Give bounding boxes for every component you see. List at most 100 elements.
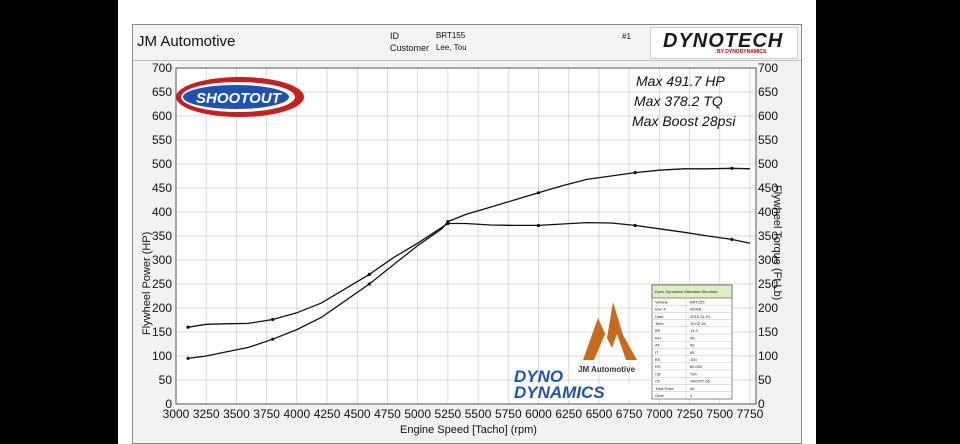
y2-tick-label: 200 xyxy=(758,301,778,315)
table-cell-key: RH xyxy=(655,335,661,340)
y2-tick-label: 650 xyxy=(758,85,778,99)
series-point xyxy=(186,325,190,329)
x-tick-label: 3000 xyxy=(163,407,190,421)
annotation-max-tq: Max 378.2 TQ xyxy=(634,93,723,109)
shop-name: JM Automotive xyxy=(137,33,236,50)
x-tick-label: 5250 xyxy=(435,407,462,421)
series-point xyxy=(730,166,734,170)
x-tick-label: 6500 xyxy=(586,407,613,421)
dyno-chart: 0501001502002503003504004505005506006507… xyxy=(141,61,783,436)
table-cell-key: Total Pass xyxy=(655,386,673,391)
table-cell-value: 45 xyxy=(690,335,695,340)
x-tick-label: 4750 xyxy=(374,407,401,421)
series-point xyxy=(633,171,637,175)
x-tick-label: 5500 xyxy=(465,407,492,421)
y2-tick-label: 150 xyxy=(758,325,778,339)
y-tick-label: 200 xyxy=(152,301,172,315)
dyno-dynamics-line2: DYNAMICS xyxy=(514,383,605,402)
table-cell-key: RS xyxy=(655,364,661,369)
customer-label: Customer xyxy=(390,43,430,53)
x-tick-label: 5750 xyxy=(495,407,522,421)
x-axis: 3000 3250 3500 3750 4000 4250 4500 4750 5000 5250… xyxy=(163,407,764,421)
series-point xyxy=(730,237,734,241)
table-cell-value: 80.000 xyxy=(690,364,703,369)
x-tick-label: 3750 xyxy=(253,407,280,421)
x-tick-label: 6250 xyxy=(555,407,582,421)
y-tick-label: 150 xyxy=(152,325,172,339)
series-point xyxy=(367,272,371,276)
table-cell-key: AT xyxy=(655,343,660,348)
table-cell-key: Run # xyxy=(655,307,666,312)
table-cell-value: 46 xyxy=(690,386,695,391)
annotation-max-hp: Max 491.7 HP xyxy=(636,73,725,89)
run-number: #1 xyxy=(622,32,631,41)
summary-table-title: Dyno Dynamics Standard Shootout xyxy=(655,289,718,294)
x-axis-label: Engine Speed [Tacho] (rpm) xyxy=(400,424,537,436)
y-tick-label: 500 xyxy=(152,157,172,171)
summary-table: Dyno Dynamics Standard Shootout Vehicle B… xyxy=(651,284,733,400)
y-tick-label: 550 xyxy=(152,133,172,147)
table-cell-key: Date xyxy=(655,314,664,319)
series-point xyxy=(367,282,371,286)
table-cell-value: 10:02:16 xyxy=(690,321,706,326)
table-cell-key: Time xyxy=(655,321,665,326)
table-cell-value: 734 xyxy=(690,371,697,376)
report-header: JM Automotive ID BRT155 Customer Lee, To… xyxy=(133,25,801,61)
shootout-logo: SHOOTOUT xyxy=(176,77,304,117)
customer-value: Lee, Tou xyxy=(436,43,467,52)
id-label: ID xyxy=(390,31,399,41)
x-tick-label: 3500 xyxy=(223,407,250,421)
y-tick-label: 350 xyxy=(152,229,172,243)
table-cell-value: 00008 xyxy=(690,307,702,312)
y-tick-label: 700 xyxy=(152,61,172,75)
series-point xyxy=(446,221,450,226)
series-point xyxy=(633,223,637,228)
table-cell-key: CF xyxy=(655,379,661,384)
series-point xyxy=(271,337,275,341)
y-tick-label: 300 xyxy=(152,253,172,267)
x-tick-label: 5000 xyxy=(404,407,431,421)
y-axis-label: Flywheel Power (HP) xyxy=(141,232,153,335)
x-tick-label: 6750 xyxy=(616,407,643,421)
y-tick-label: 100 xyxy=(152,349,172,363)
table-cell-key: BS xyxy=(655,357,661,362)
jm-logo-text: JM Automotive xyxy=(578,365,636,374)
y2-tick-label: 500 xyxy=(758,157,778,171)
y-tick-label: 600 xyxy=(152,109,172,123)
x-tick-label: 4000 xyxy=(283,407,310,421)
y2-tick-label: 50 xyxy=(758,373,772,387)
x-tick-label: 7750 xyxy=(737,407,764,421)
x-tick-label: 7000 xyxy=(646,407,673,421)
annotation-max-boost: Max Boost 28psi xyxy=(632,113,736,129)
y-tick-label: 450 xyxy=(152,181,172,195)
y2-tick-label: 550 xyxy=(758,133,778,147)
table-cell-key: IT xyxy=(655,350,659,355)
x-tick-label: 7250 xyxy=(676,407,703,421)
y-tick-label: 250 xyxy=(152,277,172,291)
y-tick-label: 650 xyxy=(152,85,172,99)
x-tick-label: 3250 xyxy=(193,407,220,421)
table-cell-value: BRT155 xyxy=(690,299,705,304)
table-cell-key: Vehicle xyxy=(655,299,669,304)
y2-tick-label: 600 xyxy=(758,109,778,123)
x-tick-label: 4250 xyxy=(314,407,341,421)
dynotech-logo: DYNOTECH BY DYNODYNAMICS xyxy=(650,27,798,59)
x-tick-label: 6000 xyxy=(525,407,552,421)
table-cell-value: 14.3 xyxy=(690,328,699,333)
dynotech-logo-sub: BY DYNODYNAMICS xyxy=(717,49,767,55)
table-cell-value: 100 xyxy=(690,357,697,362)
y2-tick-label: 700 xyxy=(758,61,778,75)
table-cell-value: 65 xyxy=(690,350,695,355)
series-point xyxy=(536,191,541,195)
x-tick-label: 7500 xyxy=(706,407,733,421)
table-cell-value: SHOOT 66 xyxy=(690,379,710,384)
table-cell-value: 59 xyxy=(690,343,695,348)
series-point xyxy=(536,223,541,228)
table-cell-value: 2018-11-01 xyxy=(690,314,711,319)
table-cell-key: CB xyxy=(655,371,661,376)
y-tick-label: 400 xyxy=(152,205,172,219)
y-axis-left: 0501001502002503003504004505005506006507… xyxy=(152,61,172,411)
x-tick-label: 4500 xyxy=(344,407,371,421)
y-tick-label: 50 xyxy=(159,373,173,387)
id-value: BRT155 xyxy=(436,31,466,40)
